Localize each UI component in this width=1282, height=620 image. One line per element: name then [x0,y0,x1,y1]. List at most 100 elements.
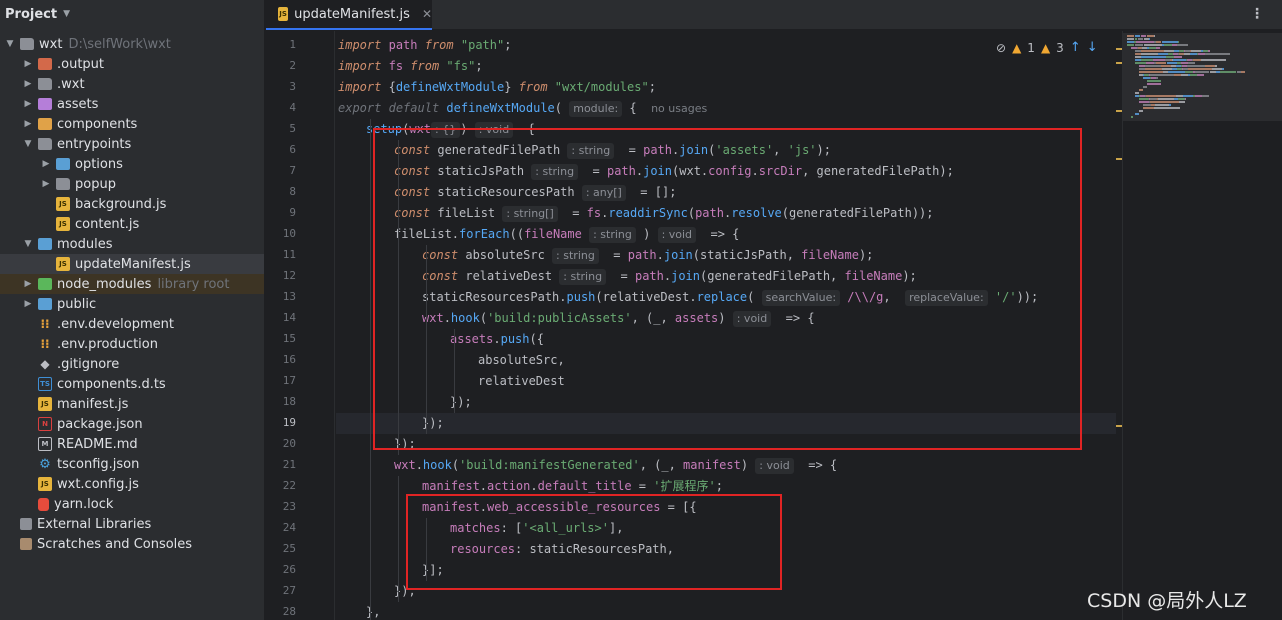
chevron-down-icon[interactable]: ▼ [63,9,70,19]
line-number[interactable]: 13 [266,290,296,303]
line-number[interactable]: 19 [266,416,296,429]
line-number[interactable]: 28 [266,605,296,618]
tree-item[interactable]: ▼ entrypoints [0,134,264,154]
line-number[interactable]: 7 [266,164,296,177]
tree-item[interactable]: TS components.d.ts [0,374,264,394]
tree-item-label: wxt [39,36,63,52]
line-number[interactable]: 16 [266,353,296,366]
tree-item[interactable]: ▶ assets [0,94,264,114]
tree-item[interactable]: ◆ .gitignore [0,354,264,374]
tree-item[interactable]: ▶ options [0,154,264,174]
code-line[interactable]: }, [336,602,1116,620]
line-number[interactable]: 21 [266,458,296,471]
tree-item[interactable]: Npackage.json [0,414,264,434]
scrollbar-warning-marker[interactable] [1116,158,1122,160]
line-number[interactable]: 22 [266,479,296,492]
minimap[interactable] [1122,31,1282,620]
tree-item-label: wxt.config.js [57,476,139,492]
tree-item[interactable]: External Libraries [0,514,264,534]
line-number[interactable]: 8 [266,185,296,198]
code-token: . [415,458,423,472]
project-panel-header[interactable]: Project ▼ [0,0,264,28]
line-number[interactable]: 12 [266,269,296,282]
chevron-right-icon[interactable]: ▶ [22,79,34,89]
line-number[interactable]: 20 [266,437,296,450]
chevron-right-icon[interactable]: ▶ [40,179,52,189]
code-token: from [424,38,454,52]
tree-item[interactable]: JS content.js [0,214,264,234]
code-line[interactable]: import fs from "fs"; [336,56,1116,77]
line-number[interactable]: 24 [266,521,296,534]
tab-label: updateManifest.js [294,6,410,22]
reader-mode-icon[interactable]: ⊘ [996,41,1006,55]
line-number[interactable]: 27 [266,584,296,597]
chevron-right-icon[interactable]: ▶ [22,279,34,289]
scrollbar-warning-marker[interactable] [1116,62,1122,64]
line-number[interactable]: 23 [266,500,296,513]
line-number[interactable]: 6 [266,143,296,156]
scrollbar-warning-marker[interactable] [1116,425,1122,427]
tab-update-manifest[interactable]: JS updateManifest.js ✕ [266,0,432,30]
tree-item[interactable]: ▶ components [0,114,264,134]
close-icon[interactable]: ✕ [422,7,432,21]
chevron-down-icon[interactable]: ▼ [22,239,34,249]
line-number[interactable]: 26 [266,563,296,576]
tree-item[interactable]: ▼ wxt D:\selfWork\wxt [0,34,264,54]
tree-item-label: .env.development [57,316,174,332]
tree-item[interactable]: JS updateManifest.js [0,254,264,274]
code-token: ( [451,458,460,472]
tree-item[interactable]: ▼ modules [0,234,264,254]
code-token: 'build:manifestGenerated' [459,458,640,472]
chevron-down-icon[interactable]: ▼ [4,39,16,49]
tree-item[interactable]: yarn.lock [0,494,264,514]
scrollbar-warning-marker[interactable] [1116,48,1122,50]
folder-orange-icon [38,118,52,130]
tree-item-label: package.json [57,416,143,432]
line-number[interactable]: 25 [266,542,296,555]
code-line[interactable]: export default defineWxtModule( module: … [336,98,1116,119]
indent-guide [370,119,371,620]
tree-item-label: popup [75,176,116,192]
tree-item-label: components.d.ts [57,376,166,392]
tree-item[interactable]: ▶ node_modules library root [0,274,264,294]
line-number[interactable]: 17 [266,374,296,387]
line-number[interactable]: 3 [266,80,296,93]
tree-item[interactable]: Scratches and Consoles [0,534,264,554]
line-number[interactable]: 1 [266,38,296,51]
chevron-right-icon[interactable]: ▶ [22,59,34,69]
previous-problem-icon[interactable]: ↑ [1070,40,1081,55]
tree-item[interactable]: ⚙ tsconfig.json [0,454,264,474]
line-number[interactable]: 9 [266,206,296,219]
next-problem-icon[interactable]: ↓ [1087,40,1098,55]
line-number[interactable]: 15 [266,332,296,345]
tree-item[interactable]: ▶ .wxt [0,74,264,94]
scrollbar-warning-marker[interactable] [1116,110,1122,112]
line-number[interactable]: 10 [266,227,296,240]
tree-item[interactable]: JS wxt.config.js [0,474,264,494]
tree-item[interactable]: ⁝⁝ .env.development [0,314,264,334]
tree-item[interactable]: M README.md [0,434,264,454]
tree-item[interactable]: ▶ public [0,294,264,314]
tree-item[interactable]: ▶ .output [0,54,264,74]
chevron-down-icon[interactable]: ▼ [22,139,34,149]
line-number[interactable]: 14 [266,311,296,324]
more-options-icon[interactable]: ⋮ [1250,6,1264,22]
chevron-right-icon[interactable]: ▶ [22,119,34,129]
chevron-right-icon[interactable]: ▶ [40,159,52,169]
inspection-widget[interactable]: ⊘ ▲ 1 ▲ 3 ↑ ↓ [996,40,1098,55]
line-number[interactable]: 5 [266,122,296,135]
tree-item[interactable]: JS manifest.js [0,394,264,414]
line-number[interactable]: 4 [266,101,296,114]
tree-item[interactable]: JS background.js [0,194,264,214]
tree-item[interactable]: ⁝⁝ .env.production [0,334,264,354]
chevron-right-icon[interactable]: ▶ [22,299,34,309]
line-number[interactable]: 11 [266,248,296,261]
chevron-right-icon[interactable]: ▶ [22,99,34,109]
code-line[interactable]: wxt.hook('build:manifestGenerated', (_, … [336,455,1116,476]
minimap-viewport[interactable] [1123,33,1282,121]
line-number[interactable]: 2 [266,59,296,72]
line-number[interactable]: 18 [266,395,296,408]
tree-item[interactable]: ▶ popup [0,174,264,194]
code-line[interactable]: import {defineWxtModule} from "wxt/modul… [336,77,1116,98]
